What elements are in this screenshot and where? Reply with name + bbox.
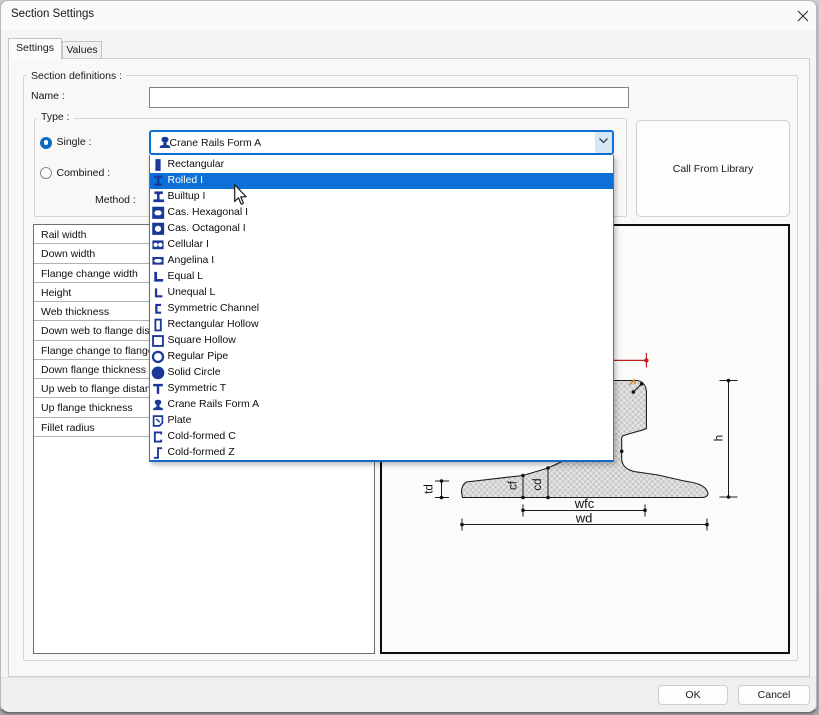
svg-text:td: td (424, 484, 436, 494)
svg-text:cf: cf (508, 480, 520, 490)
svg-text:cd: cd (532, 478, 544, 490)
svg-text:wfc: wfc (574, 496, 595, 511)
svg-text:wd: wd (575, 510, 593, 525)
svg-text:h: h (714, 435, 726, 441)
